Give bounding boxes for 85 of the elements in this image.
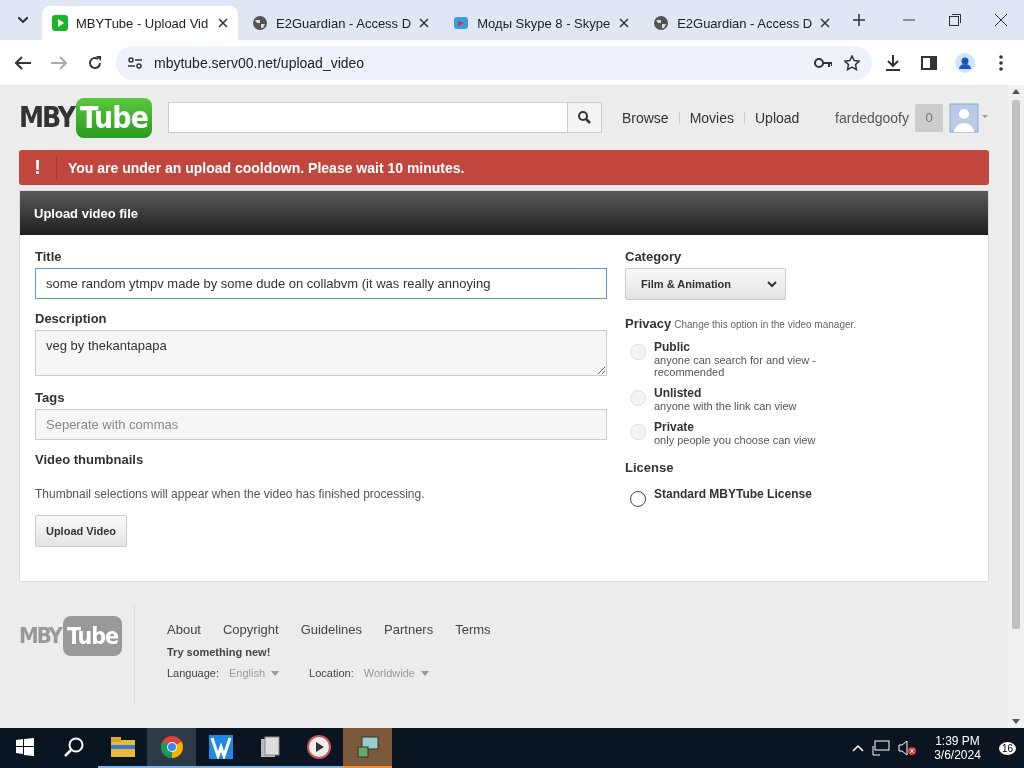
username[interactable]: fardedgoofy <box>835 109 909 126</box>
option-title: Standard MBYTube License <box>654 487 812 501</box>
language-label: Language: <box>167 667 219 679</box>
footer-link[interactable]: Partners <box>384 622 434 637</box>
reload-icon <box>87 54 103 71</box>
clock[interactable]: 1:39 PM 3/6/2024 <box>934 734 981 762</box>
close-icon <box>995 14 1007 26</box>
footer-link[interactable]: Guidelines <box>300 622 363 637</box>
search-icon <box>63 737 84 757</box>
tagline: Try something new! <box>167 646 272 658</box>
globe-icon <box>252 15 268 31</box>
option-note: only people you choose can view <box>654 434 817 446</box>
alert-mark: ! <box>19 156 57 179</box>
option-title: Private <box>654 420 696 434</box>
caret-icon <box>271 670 280 676</box>
minimize-icon <box>903 19 915 21</box>
site-settings-icon[interactable] <box>128 56 142 69</box>
radio-button[interactable] <box>630 491 646 507</box>
section-label: Video thumbnails <box>35 452 145 467</box>
search-button[interactable] <box>566 103 601 132</box>
side-panel-icon <box>921 55 937 70</box>
download-icon <box>885 54 901 71</box>
chevron-up-icon[interactable] <box>852 744 865 752</box>
caret-icon <box>420 670 429 676</box>
nav-link[interactable]: Browse <box>621 109 669 126</box>
nav-link[interactable]: Upload <box>755 109 800 126</box>
windows-icon <box>15 738 34 756</box>
location-label: Location: <box>309 667 354 679</box>
address-bar[interactable]: mbytube.serv00.net/upload_video <box>116 45 872 80</box>
close-icon[interactable] <box>218 18 228 28</box>
option-title: Unlisted <box>654 386 703 400</box>
scroll-up-icon[interactable] <box>1012 89 1020 94</box>
plus-icon <box>853 14 866 26</box>
browser-tab[interactable]: E2Guardian - Access D <box>643 6 841 40</box>
description-field[interactable]: veg by thekantapapa <box>35 330 607 376</box>
play-icon <box>52 15 68 31</box>
browser-tab[interactable]: E2Guardian - Access D <box>242 6 440 40</box>
chevron-down-icon <box>767 280 777 288</box>
footer-link[interactable]: Copyright <box>223 622 279 637</box>
arrow-right-icon <box>51 55 67 70</box>
option-note: anyone can search for and view - recommended <box>654 354 818 378</box>
title-field[interactable]: some random ytmpv made by some dude on collabvm (it was really annoying <box>35 268 607 299</box>
footer-link[interactable]: Terms <box>455 622 491 637</box>
folder-icon <box>110 737 135 757</box>
play-icon <box>306 735 331 759</box>
thumbnail-note: Thumbnail selections will appear when the video has finished processing. <box>35 487 426 501</box>
option-note: anyone with the link can view <box>654 400 798 412</box>
field-label: Tags <box>35 390 66 405</box>
field-label: Title <box>35 249 63 264</box>
panel-title: Upload video file <box>20 191 988 235</box>
scrollbar[interactable] <box>1008 85 1024 728</box>
tags-field[interactable]: Seperate with commas <box>35 409 607 440</box>
privacy-hint: Change this option in the video manager. <box>674 319 857 330</box>
chrome-icon <box>159 735 184 759</box>
taskbar-app[interactable] <box>147 728 196 768</box>
chevron-down-icon <box>18 17 28 23</box>
menu-icon <box>999 54 1003 71</box>
browser-tab[interactable]: Моды Skype 8 - Skype <box>443 6 640 40</box>
scroll-down-icon[interactable] <box>1012 719 1020 724</box>
footer-link[interactable]: About <box>167 622 201 637</box>
arrow-left-icon <box>15 55 31 70</box>
restore-icon <box>949 14 961 26</box>
computer-icon <box>355 735 380 759</box>
muted-speaker-icon[interactable] <box>898 740 917 756</box>
star-icon[interactable] <box>844 54 860 71</box>
person-icon <box>955 52 975 73</box>
field-label: Privacy <box>625 316 672 331</box>
browser-tab[interactable]: MBYTube - Upload Vid <box>42 6 238 40</box>
notification-badge[interactable]: 16 <box>998 741 1016 755</box>
option-title: Public <box>654 340 691 354</box>
alert-message: You are under an upload cooldown. Please wait 10 minutes. <box>67 159 465 176</box>
nav-link[interactable]: Movies <box>689 109 734 126</box>
globe-icon <box>653 15 670 31</box>
field-label: Description <box>35 311 108 326</box>
key-icon[interactable] <box>814 57 832 68</box>
close-icon[interactable] <box>820 18 831 28</box>
search-icon <box>577 111 591 124</box>
search-field[interactable] <box>167 102 602 133</box>
field-label: License <box>625 460 675 475</box>
upload-button[interactable]: Upload Video <box>35 515 127 547</box>
category-select[interactable]: Film & Animation <box>625 268 786 300</box>
network-icon[interactable] <box>872 740 891 756</box>
close-icon[interactable] <box>419 18 430 28</box>
close-icon[interactable] <box>619 18 630 28</box>
field-label: Category <box>625 249 683 264</box>
